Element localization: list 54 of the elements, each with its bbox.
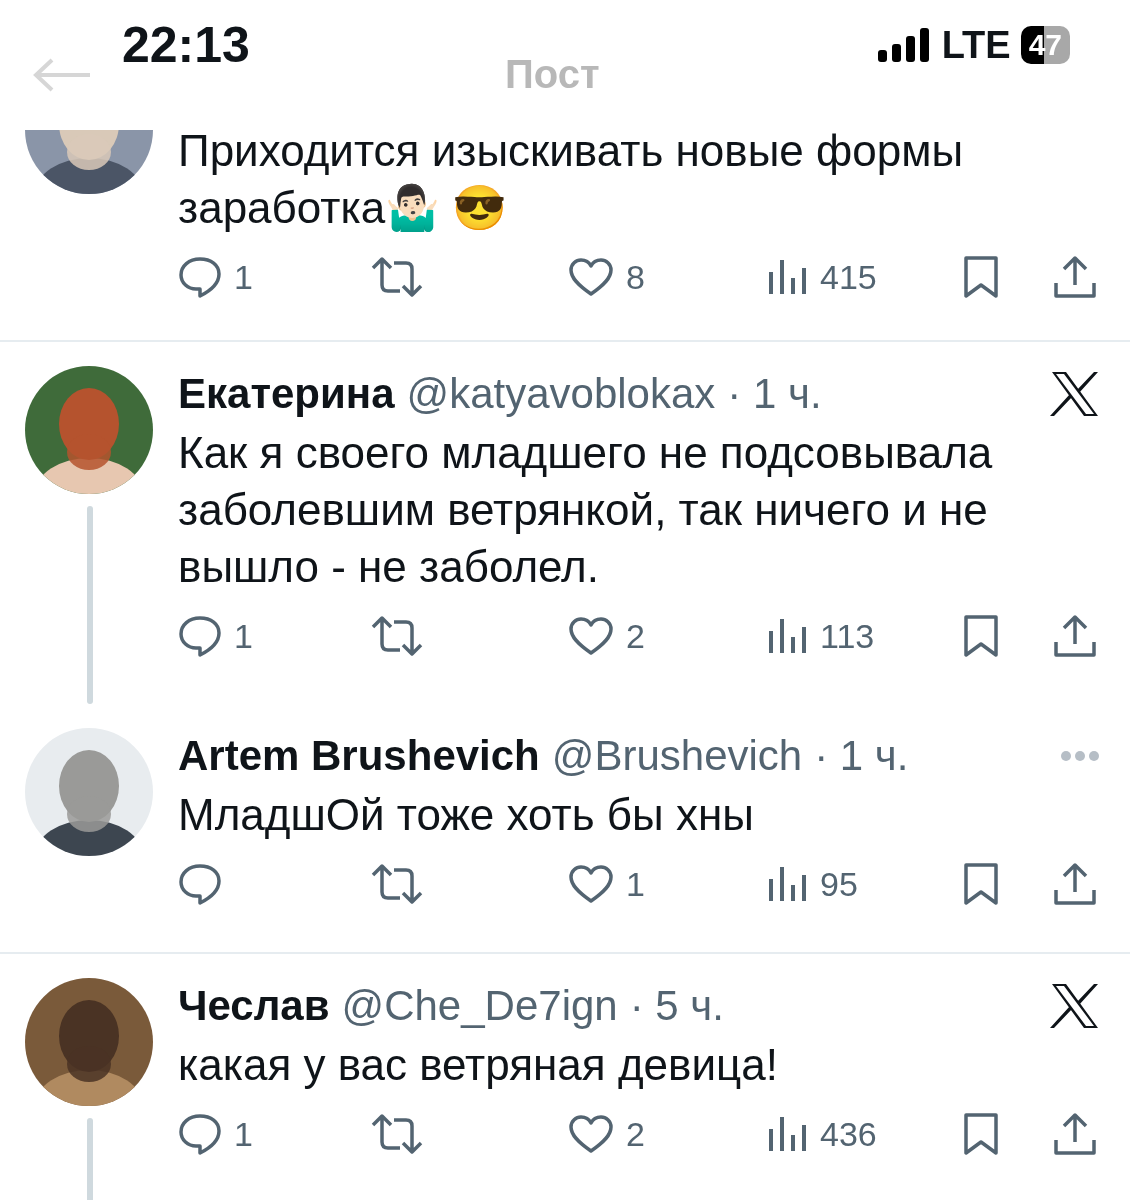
views-icon[interactable]	[768, 865, 808, 903]
views-icon[interactable]	[768, 258, 808, 296]
author-name[interactable]: Artem Brushevich	[178, 728, 540, 784]
heart-icon[interactable]	[568, 616, 614, 656]
share-icon[interactable]	[1053, 255, 1097, 299]
reply-count: 1	[234, 257, 253, 297]
clock-time: 22:13	[122, 16, 250, 74]
repost-icon[interactable]	[370, 864, 424, 904]
share-icon[interactable]	[1053, 862, 1097, 906]
like-count: 8	[626, 257, 645, 297]
view-count: 415	[820, 257, 877, 297]
share-icon[interactable]	[1053, 1112, 1097, 1156]
reply-icon[interactable]	[178, 615, 222, 657]
x-logo-icon[interactable]	[1050, 983, 1100, 1029]
x-logo-icon[interactable]	[1050, 371, 1100, 417]
heart-icon[interactable]	[568, 864, 614, 904]
author-handle[interactable]: @Brushevich	[551, 728, 803, 784]
heart-icon[interactable]	[568, 1114, 614, 1154]
network-label: LTE	[941, 23, 1011, 67]
bookmark-icon[interactable]	[963, 614, 999, 658]
view-count: 95	[820, 864, 858, 904]
view-count: 113	[820, 616, 875, 656]
view-count: 436	[820, 1114, 877, 1154]
post-text: какая у вас ветряная девица!	[178, 1039, 779, 1091]
views-icon[interactable]	[768, 1115, 808, 1153]
author-handle[interactable]: @katyavoblokax	[406, 366, 716, 422]
reply-icon[interactable]	[178, 863, 222, 905]
reply-count: 1	[234, 1114, 253, 1154]
post-text: Как я своего младшего не подсовывала заболевшим ветрянкой, так ничего и не вышло - не заболел.	[178, 427, 994, 593]
bookmark-icon[interactable]	[963, 862, 999, 906]
post-time: · 1 ч.	[814, 731, 909, 781]
post-time: · 1 ч.	[727, 369, 822, 419]
author-handle[interactable]: @Che_De7ign	[341, 978, 618, 1034]
post-text: Приходится изыскивать новые формы заработка🤷🏻‍♂ 😎	[178, 125, 965, 234]
repost-icon[interactable]	[370, 257, 424, 297]
reply-icon[interactable]	[178, 1113, 222, 1155]
reply-count: 1	[234, 616, 253, 656]
heart-icon[interactable]	[568, 257, 614, 297]
post-text: МладшОй тоже хоть бы хны	[178, 789, 755, 841]
bookmark-icon[interactable]	[963, 255, 999, 299]
like-count: 2	[626, 1114, 645, 1154]
repost-icon[interactable]	[370, 616, 424, 656]
repost-icon[interactable]	[370, 1114, 424, 1154]
page-title: Пост	[505, 52, 600, 97]
post-time: · 5 ч.	[629, 981, 724, 1031]
like-count: 2	[626, 616, 645, 656]
like-count: 1	[626, 864, 645, 904]
author-name[interactable]: Екатерина	[178, 366, 395, 422]
signal-icon	[877, 28, 932, 62]
bookmark-icon[interactable]	[963, 1112, 999, 1156]
author-name[interactable]: Чеслав	[178, 978, 330, 1034]
reply-icon[interactable]	[178, 256, 222, 298]
views-icon[interactable]	[768, 617, 808, 655]
share-icon[interactable]	[1053, 614, 1097, 658]
